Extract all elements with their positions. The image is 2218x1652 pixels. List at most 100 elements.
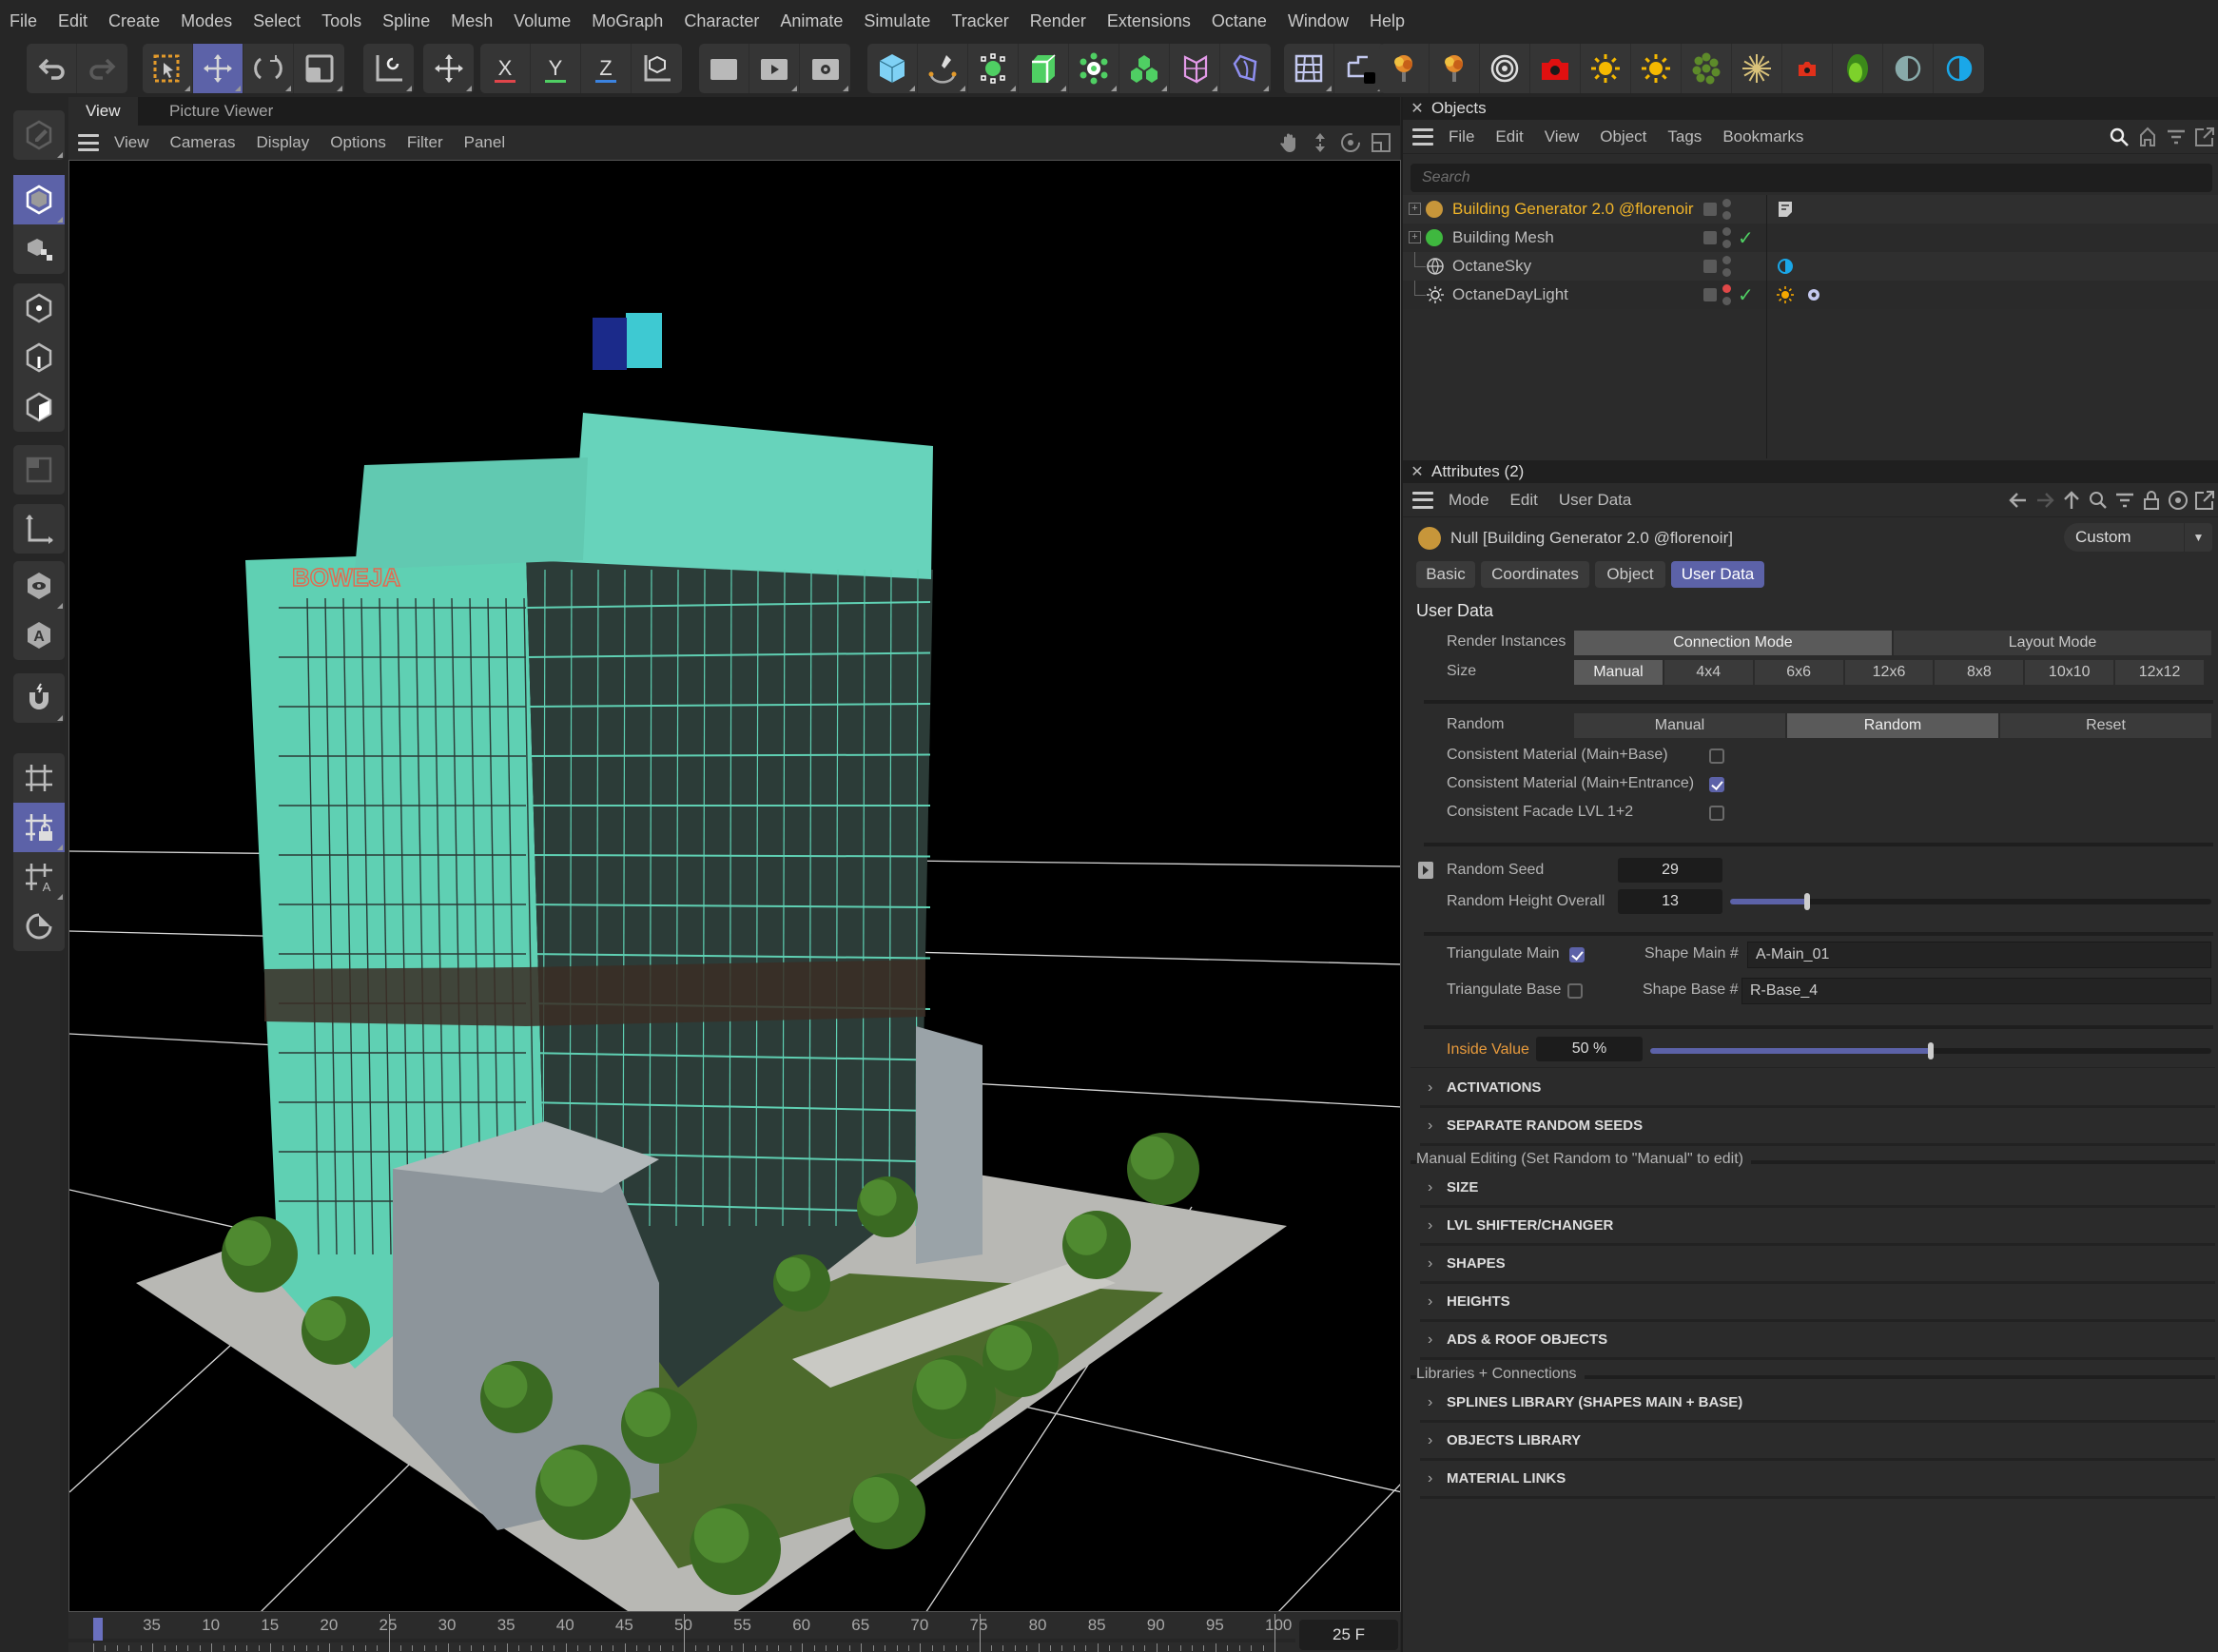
group-heights[interactable]: › HEIGHTS	[1420, 1284, 2215, 1322]
triangulate-main-checkbox[interactable]	[1569, 947, 1585, 962]
layer-edit-icon[interactable]	[1703, 231, 1717, 244]
menu-modes[interactable]: Modes	[181, 11, 232, 31]
attributes-menu-user-data[interactable]: User Data	[1559, 491, 1632, 510]
octane-light-burst-button[interactable]	[1732, 44, 1782, 93]
cloner-button[interactable]	[1069, 44, 1119, 93]
auto-solo-button[interactable]: A	[13, 611, 65, 660]
objects-menu-object[interactable]: Object	[1600, 127, 1646, 146]
attributes-hamburger-icon[interactable]	[1412, 491, 1433, 509]
up-arrow-icon[interactable]	[2060, 489, 2083, 512]
objects-menu-file[interactable]: File	[1449, 127, 1474, 146]
option-manual[interactable]: Manual	[1574, 713, 1787, 738]
model-mode-button[interactable]	[13, 175, 65, 224]
axis-mode-button[interactable]	[13, 504, 65, 554]
coordinate-system-button[interactable]	[632, 44, 682, 93]
menu-simulate[interactable]: Simulate	[864, 11, 930, 31]
z-axis-button[interactable]: Z	[581, 44, 632, 93]
octane-scatter-button[interactable]	[1682, 44, 1732, 93]
option-connection-mode[interactable]: Connection Mode	[1574, 631, 1894, 655]
menu-tools[interactable]: Tools	[321, 11, 361, 31]
option-10x10[interactable]: 10x10	[2025, 660, 2116, 685]
home-icon[interactable]	[2136, 126, 2159, 148]
rotate-workplane-button[interactable]	[13, 902, 65, 951]
octane-object-tag-icon[interactable]	[1804, 285, 1823, 304]
search-icon[interactable]	[2108, 126, 2130, 148]
edges-mode-button[interactable]	[13, 333, 65, 382]
random-height-field[interactable]: 13	[1618, 889, 1722, 914]
attributes-menu-edit[interactable]: Edit	[1510, 491, 1538, 510]
render-visibility-dot[interactable]	[1722, 240, 1731, 248]
menu-tracker[interactable]: Tracker	[951, 11, 1008, 31]
group-shapes[interactable]: › SHAPES	[1420, 1246, 2215, 1284]
option-12x12[interactable]: 12x12	[2115, 660, 2205, 685]
3d-viewport[interactable]: BOWEJA	[68, 160, 1401, 1612]
object-list-item[interactable]: + Building Mesh ✓	[1403, 224, 2218, 252]
forward-arrow-icon[interactable]	[2033, 489, 2056, 512]
undo-button[interactable]	[27, 44, 77, 93]
rotate-button[interactable]	[243, 44, 294, 93]
group-size[interactable]: › SIZE	[1420, 1170, 2215, 1208]
viewport-hamburger-icon[interactable]	[78, 134, 99, 151]
timeline-playhead[interactable]	[93, 1618, 103, 1641]
consistent-option-checkbox[interactable]	[1709, 806, 1724, 821]
lock-icon[interactable]	[2140, 489, 2163, 512]
octane-camera-button[interactable]	[1530, 44, 1581, 93]
expand-icon[interactable]: +	[1409, 203, 1421, 215]
viewport-menu-display[interactable]: Display	[257, 133, 310, 152]
objects-search-input[interactable]: Search	[1411, 164, 2212, 192]
current-frame-field[interactable]: 25 F	[1299, 1620, 1398, 1650]
render-picture-viewer-button[interactable]	[749, 44, 800, 93]
new-window-icon[interactable]	[2193, 489, 2216, 512]
octane-live-viewer-button[interactable]	[1833, 44, 1883, 93]
mograph-button[interactable]	[1119, 44, 1170, 93]
menu-edit[interactable]: Edit	[58, 11, 88, 31]
layer-edit-icon[interactable]	[1703, 288, 1717, 301]
render-visibility-dot[interactable]	[1722, 268, 1731, 277]
random-seed-field[interactable]: 29	[1618, 858, 1722, 883]
editor-visibility-dot[interactable]	[1722, 256, 1731, 264]
octane-sky-grey-button[interactable]	[1883, 44, 1934, 93]
render-visibility-dot[interactable]	[1722, 297, 1731, 305]
menu-help[interactable]: Help	[1370, 11, 1405, 31]
octane-explosion-button[interactable]	[1379, 44, 1430, 93]
group-ads-roof-objects[interactable]: › ADS & ROOF OBJECTS	[1420, 1322, 2215, 1360]
tab-object[interactable]: Object	[1595, 561, 1665, 588]
menu-select[interactable]: Select	[253, 11, 301, 31]
option-4x4[interactable]: 4x4	[1664, 660, 1755, 685]
cube-button[interactable]	[867, 44, 918, 93]
move-axis-button[interactable]	[423, 44, 474, 93]
filter-icon[interactable]	[2165, 126, 2188, 148]
group-material-links[interactable]: › MATERIAL LINKS	[1420, 1461, 2215, 1499]
objects-menu-view[interactable]: View	[1545, 127, 1580, 146]
render-settings-button[interactable]	[800, 44, 850, 93]
menu-animate[interactable]: Animate	[780, 11, 843, 31]
octane-small-camera-button[interactable]	[1782, 44, 1833, 93]
shape-base-field[interactable]: R-Base_4	[1741, 978, 2211, 1004]
timeline[interactable]: 3510152025303540455055606570758085909510…	[68, 1612, 1400, 1652]
snap-magnet-button[interactable]	[13, 673, 65, 723]
transform-button[interactable]	[363, 44, 414, 93]
polygons-mode-button[interactable]	[13, 382, 65, 432]
option-6x6[interactable]: 6x6	[1754, 660, 1845, 685]
editor-visibility-dot[interactable]	[1722, 284, 1731, 293]
objects-hamburger-icon[interactable]	[1412, 127, 1433, 146]
inside-value-slider[interactable]	[1650, 1042, 2211, 1059]
subdivision-button[interactable]	[968, 44, 1019, 93]
close-attributes-icon[interactable]: ✕	[1403, 462, 1431, 481]
maximize-view-icon[interactable]	[1370, 131, 1392, 154]
solo-view-button[interactable]	[13, 561, 65, 611]
menu-volume[interactable]: Volume	[514, 11, 571, 31]
target-icon[interactable]	[2167, 489, 2189, 512]
menu-spline[interactable]: Spline	[382, 11, 430, 31]
deformer-button[interactable]	[1170, 44, 1220, 93]
back-arrow-icon[interactable]	[2007, 489, 2030, 512]
octane-daylight-tag-icon[interactable]	[1776, 285, 1795, 304]
viewport-menu-options[interactable]: Options	[330, 133, 386, 152]
texture-mode-button[interactable]	[13, 224, 65, 274]
layer-edit-icon[interactable]	[1703, 260, 1717, 273]
menu-octane[interactable]: Octane	[1212, 11, 1267, 31]
octane-explosion2-button[interactable]	[1430, 44, 1480, 93]
menu-extensions[interactable]: Extensions	[1107, 11, 1191, 31]
expand-icon[interactable]: +	[1409, 231, 1421, 243]
menu-character[interactable]: Character	[684, 11, 759, 31]
